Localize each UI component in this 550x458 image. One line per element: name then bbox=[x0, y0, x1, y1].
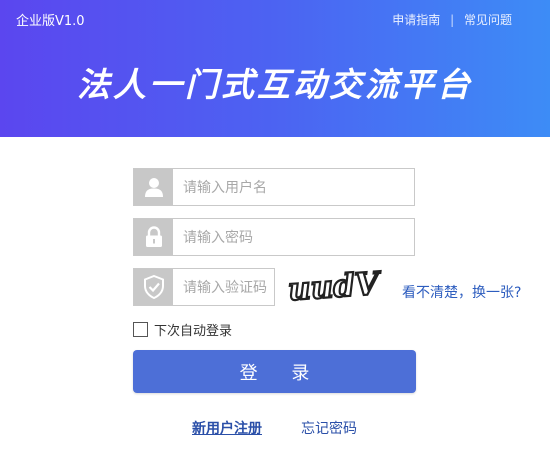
remember-checkbox[interactable] bbox=[133, 322, 148, 337]
captcha-input[interactable] bbox=[181, 269, 275, 307]
username-field bbox=[133, 168, 415, 207]
header-banner: 企业版V1.0 申请指南 | 常见问题 法人一门式互动交流平台 bbox=[0, 0, 550, 137]
version-label: 企业版V1.0 bbox=[16, 14, 85, 29]
link-separator: | bbox=[450, 13, 455, 27]
captcha-field bbox=[133, 268, 275, 307]
shield-check-icon bbox=[134, 269, 173, 305]
login-button[interactable]: 登 录 bbox=[133, 350, 416, 393]
apply-guide-link[interactable]: 申请指南 bbox=[392, 13, 440, 27]
captcha-text: uudV bbox=[287, 266, 383, 306]
page-title: 法人一门式互动交流平台 bbox=[77, 65, 473, 104]
refresh-captcha-link[interactable]: 看不清楚，换一张? bbox=[402, 282, 521, 302]
lock-icon bbox=[134, 219, 173, 255]
faq-link[interactable]: 常见问题 bbox=[464, 13, 512, 27]
username-input[interactable] bbox=[181, 169, 410, 207]
top-links: 申请指南 | 常见问题 bbox=[392, 11, 512, 28]
password-input[interactable] bbox=[181, 219, 410, 257]
forgot-password-link[interactable]: 忘记密码 bbox=[301, 418, 357, 438]
register-link[interactable]: 新用户注册 bbox=[192, 418, 262, 438]
user-icon bbox=[134, 169, 173, 205]
remember-login: 下次自动登录 bbox=[133, 320, 232, 339]
remember-label: 下次自动登录 bbox=[154, 324, 233, 339]
captcha-image[interactable]: uudV bbox=[284, 265, 390, 310]
password-field bbox=[133, 218, 415, 257]
